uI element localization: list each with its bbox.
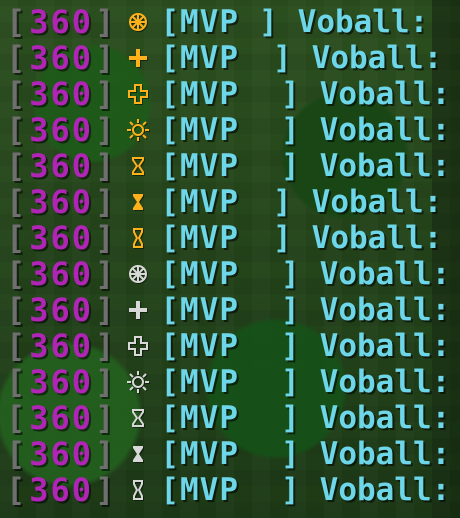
player-tag: [MVP] Voball:: [160, 471, 451, 508]
player-tag: [MVP] Voball:: [160, 363, 451, 400]
player-name: Voball: [319, 147, 432, 184]
player-name: Voball: [311, 219, 424, 256]
hourglass-badge-white-icon: [126, 406, 150, 430]
chat-line: [360] [MVP] Voball:: [6, 472, 450, 508]
chat-line: [360] [MVP] Voball:: [6, 400, 450, 436]
sun-badge-white-icon: [126, 370, 150, 394]
player-name: Voball: [311, 39, 424, 76]
level-tag: [360]: [6, 111, 117, 149]
sun-badge-orange-icon: [126, 118, 150, 142]
chat-line: [360] [MVP] Voball:: [6, 328, 450, 364]
chat-line: [360] [MVP] Voball:: [6, 4, 428, 40]
player-tag: [MVP] Voball:: [160, 39, 443, 76]
player-name: Voball: [319, 471, 432, 508]
player-tag: [MVP] Voball:: [160, 399, 451, 436]
level-tag: [360]: [6, 147, 117, 185]
chat-line: [360] [MVP] Voball:: [6, 364, 450, 400]
cross-badge-white-icon: [126, 298, 150, 322]
hourglass-badge-orange-icon: [126, 154, 150, 178]
chat-line: [360] [MVP] Voball:: [6, 76, 450, 112]
chat-line: [360] [MVP] Voball:: [6, 436, 450, 472]
level-tag: [360]: [6, 435, 117, 473]
player-name: Voball: [319, 435, 432, 472]
level-tag: [360]: [6, 39, 117, 77]
level-tag: [360]: [6, 399, 117, 437]
player-tag: [MVP] Voball:: [160, 3, 429, 40]
player-tag: [MVP] Voball:: [160, 183, 443, 220]
player-name: Voball: [319, 291, 432, 328]
outline-cross-badge-white-icon: [126, 334, 150, 358]
wheel-badge-white-icon: [126, 262, 150, 286]
player-tag: [MVP] Voball:: [160, 147, 451, 184]
chat-line: [360] [MVP] Voball:: [6, 220, 442, 256]
hourglass-badge-white-icon: [126, 478, 150, 502]
player-tag: [MVP] Voball:: [160, 291, 451, 328]
player-tag: [MVP] Voball:: [160, 255, 451, 292]
level-tag: [360]: [6, 219, 117, 257]
chat-line: [360] [MVP] Voball:: [6, 40, 442, 76]
wheel-badge-orange-icon: [126, 10, 150, 34]
chat-line: [360] [MVP] Voball:: [6, 256, 450, 292]
level-tag: [360]: [6, 3, 117, 41]
player-tag: [MVP] Voball:: [160, 327, 451, 364]
player-name: Voball: [319, 363, 432, 400]
player-tag: [MVP] Voball:: [160, 75, 451, 112]
player-name: Voball: [297, 3, 410, 40]
level-tag: [360]: [6, 75, 117, 113]
player-tag: [MVP] Voball:: [160, 435, 451, 472]
chat-line: [360] [MVP] Voball:: [6, 292, 450, 328]
player-name: Voball: [319, 327, 432, 364]
player-name: Voball: [319, 111, 432, 148]
chat-line: [360] [MVP] Voball:: [6, 112, 450, 148]
cross-badge-orange-icon: [126, 46, 150, 70]
level-tag: [360]: [6, 471, 117, 509]
outline-cross-badge-orange-icon: [126, 82, 150, 106]
player-name: Voball: [311, 183, 424, 220]
player-name: Voball: [319, 75, 432, 112]
level-tag: [360]: [6, 363, 117, 401]
level-tag: [360]: [6, 291, 117, 329]
level-tag: [360]: [6, 183, 117, 221]
level-tag: [360]: [6, 255, 117, 293]
chat-log: [360] [MVP] Voball: [360] [MVP] Voball: …: [6, 0, 454, 518]
player-name: Voball: [319, 255, 432, 292]
hourglass-badge-orange-icon: [126, 226, 150, 250]
chat-line: [360] [MVP] Voball:: [6, 148, 450, 184]
hourglass-badge-white-icon: [126, 442, 150, 466]
player-name: Voball: [319, 399, 432, 436]
player-tag: [MVP] Voball:: [160, 111, 451, 148]
player-tag: [MVP] Voball:: [160, 219, 443, 256]
level-tag: [360]: [6, 327, 117, 365]
chat-line: [360] [MVP] Voball:: [6, 184, 442, 220]
hourglass-badge-orange-icon: [126, 190, 150, 214]
